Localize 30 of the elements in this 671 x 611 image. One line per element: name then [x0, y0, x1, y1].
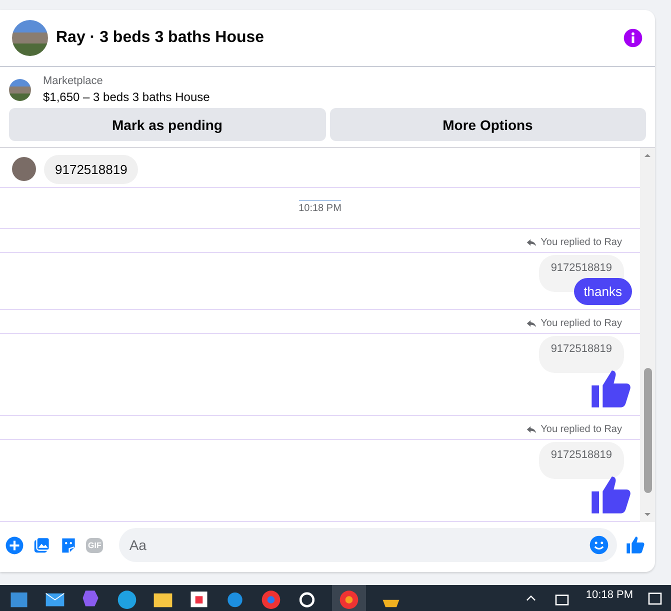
listing-source: Marketplace — [43, 75, 104, 87]
reply-icon — [526, 237, 537, 248]
listing-summary: $1,650 – 3 beds 3 baths House — [43, 90, 210, 104]
taskbar-clock: 10:18 PM — [586, 588, 633, 601]
thumbs-up-icon[interactable] — [625, 535, 645, 555]
emoji-icon[interactable] — [589, 535, 609, 555]
info-icon[interactable] — [623, 28, 643, 48]
photo-icon[interactable] — [32, 536, 51, 554]
quoted-message: 9172518819 — [538, 442, 624, 479]
sender-avatar — [12, 157, 36, 181]
quoted-message: 9172518819 — [538, 336, 624, 373]
listing-photo-placeholder — [12, 20, 48, 56]
reply-icon — [526, 318, 537, 329]
reply-icon — [526, 424, 537, 435]
sticker-icon[interactable] — [59, 536, 78, 554]
scroll-up-arrow-icon[interactable] — [643, 151, 652, 160]
chat-title: Ray · 3 beds 3 baths House — [56, 29, 266, 47]
incoming-message: 9172518819 — [44, 154, 138, 184]
reply-note: You replied to Ray — [540, 237, 622, 248]
scroll-down-arrow-icon[interactable] — [643, 510, 652, 519]
listing-thumbnail-placeholder — [9, 78, 31, 100]
message-input[interactable]: Aa — [119, 528, 617, 562]
reply-note: You replied to Ray — [540, 424, 622, 435]
message-timestamp: 10:18 PM — [298, 200, 342, 214]
more-options-button[interactable]: More Options — [330, 108, 646, 141]
reply-note: You replied to Ray — [540, 318, 622, 329]
mark-pending-button[interactable]: Mark as pending — [9, 108, 326, 141]
scrollbar-thumb[interactable] — [644, 368, 652, 492]
outgoing-message: thanks — [574, 278, 632, 305]
add-icon[interactable] — [5, 536, 24, 554]
